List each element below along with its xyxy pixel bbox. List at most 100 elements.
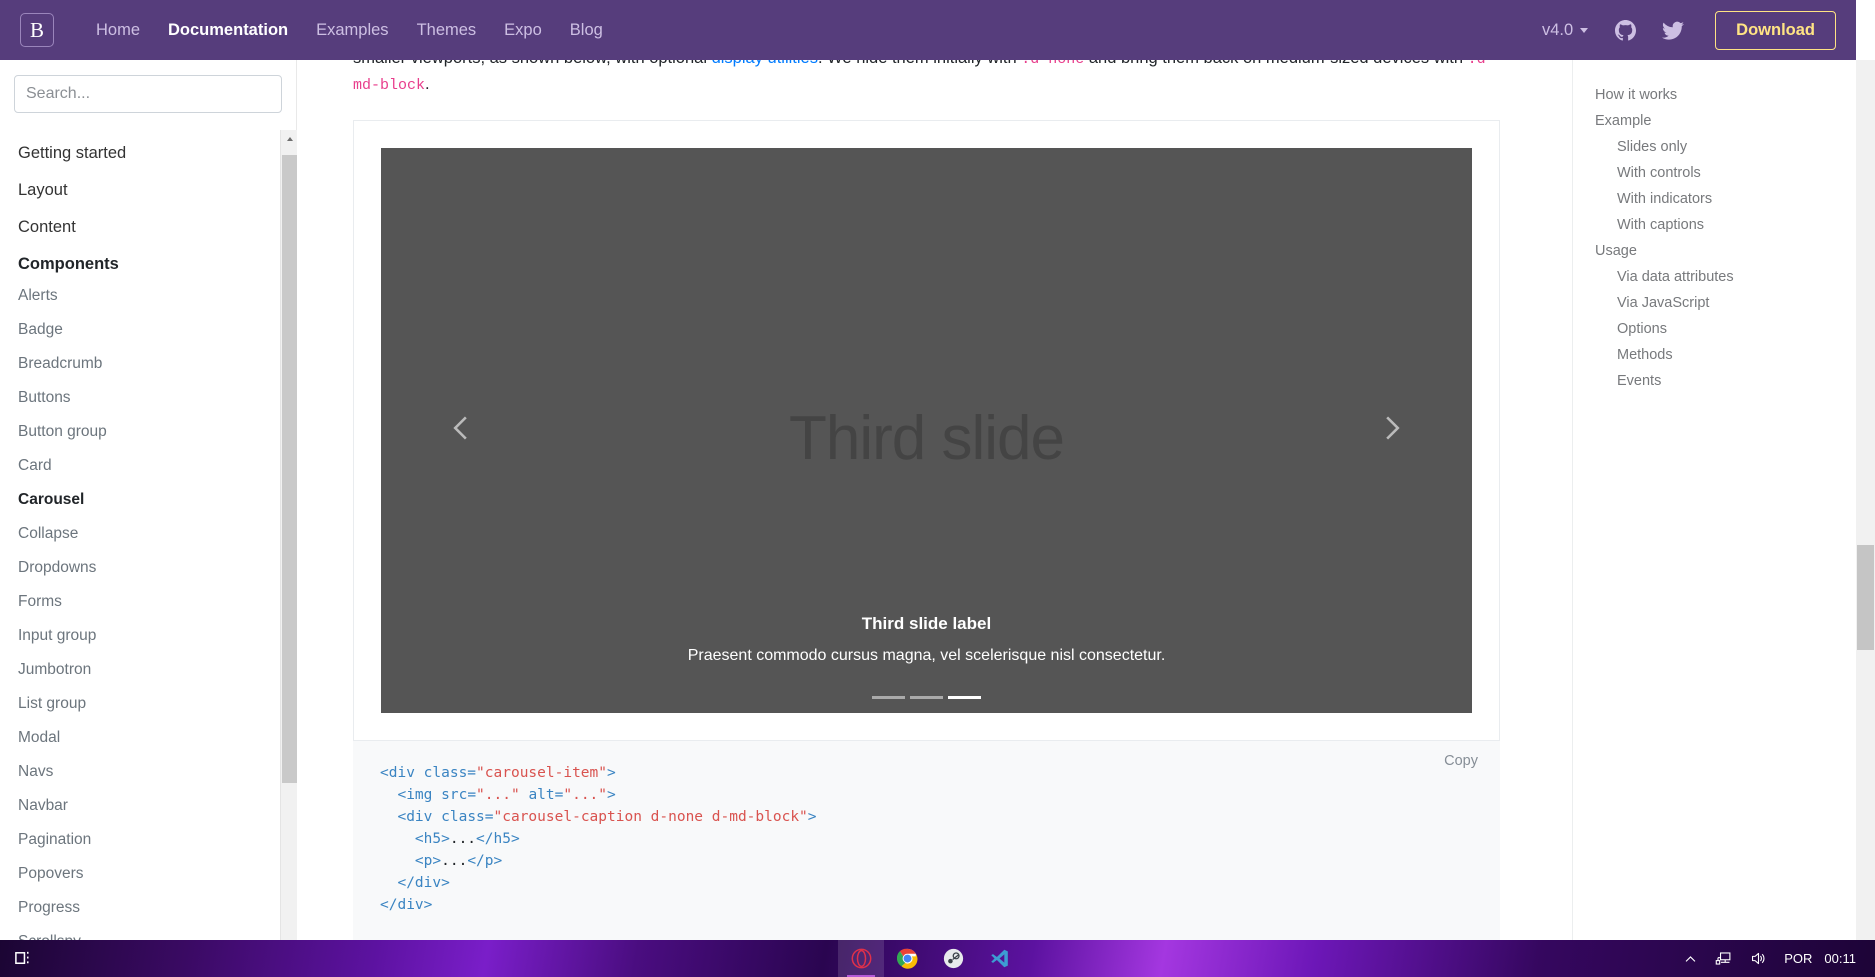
toc-item-usage[interactable]: Usage — [1573, 238, 1837, 264]
toc-item-methods[interactable]: Methods — [1573, 342, 1837, 368]
left-sidebar: Getting started Layout Content Component… — [0, 60, 297, 962]
carousel-with-captions: Third slide Third slide label Praesent c… — [381, 148, 1472, 713]
code-snippet: <div class="carousel-item"> <img src="..… — [380, 765, 817, 913]
sidebar-nav-list: Getting started Layout Content Component… — [0, 130, 297, 962]
doc-content: smaller viewports, as shown below, with … — [298, 60, 1555, 943]
toc-item-via-javascript[interactable]: Via JavaScript — [1573, 290, 1837, 316]
scroll-up-arrow-icon[interactable] — [281, 130, 297, 147]
taskbar-clock[interactable]: 00:11 — [1820, 951, 1865, 966]
toc-item-events[interactable]: Events — [1573, 368, 1837, 394]
sidebar-item-list-group[interactable]: List group — [18, 695, 297, 713]
sidebar-item-navbar[interactable]: Navbar — [18, 797, 297, 815]
toc-item-options[interactable]: Options — [1573, 316, 1837, 342]
sidebar-item-breadcrumb[interactable]: Breadcrumb — [18, 355, 297, 373]
vscode-icon[interactable] — [976, 940, 1022, 977]
sidebar-item-buttons[interactable]: Buttons — [18, 389, 297, 407]
sidebar-item-modal[interactable]: Modal — [18, 729, 297, 747]
chrome-icon[interactable] — [884, 940, 930, 977]
paragraph-part-4: . — [425, 75, 430, 93]
twitter-icon[interactable] — [1649, 19, 1697, 41]
version-label: v4.0 — [1541, 20, 1574, 39]
language-indicator[interactable]: POR — [1776, 951, 1820, 966]
nav-link-themes[interactable]: Themes — [403, 21, 491, 40]
chevron-right-icon — [1378, 415, 1402, 446]
steam-icon[interactable] — [930, 940, 976, 977]
copy-button[interactable]: Copy — [1444, 753, 1478, 769]
sidebar-item-progress[interactable]: Progress — [18, 899, 297, 917]
code-d-none: .d-none — [1021, 60, 1084, 68]
bootstrap-logo[interactable]: B — [20, 13, 54, 47]
sidebar-scrollbar-thumb[interactable] — [282, 155, 297, 783]
sidebar-item-badge[interactable]: Badge — [18, 321, 297, 339]
github-icon[interactable] — [1602, 19, 1649, 41]
taskbar-app-list — [838, 940, 1022, 977]
main-nav: Home Documentation Examples Themes Expo … — [82, 21, 617, 40]
volume-icon[interactable] — [1741, 950, 1776, 967]
sidebar-item-pagination[interactable]: Pagination — [18, 831, 297, 849]
windows-taskbar: POR 00:11 — [0, 940, 1875, 977]
sidebar-item-navs[interactable]: Navs — [18, 763, 297, 781]
carousel-indicator-1[interactable] — [872, 696, 905, 699]
toc-item-with-controls[interactable]: With controls — [1573, 160, 1837, 186]
sidebar-item-content[interactable]: Content — [18, 218, 297, 237]
browser-viewport: B Home Documentation Examples Themes Exp… — [0, 0, 1875, 962]
carousel-caption-title: Third slide label — [861, 614, 992, 633]
toc-item-via-data-attributes[interactable]: Via data attributes — [1573, 264, 1837, 290]
nav-link-home[interactable]: Home — [82, 21, 154, 40]
nav-link-expo[interactable]: Expo — [490, 21, 556, 40]
sidebar-item-dropdowns[interactable]: Dropdowns — [18, 559, 297, 577]
nav-link-blog[interactable]: Blog — [556, 21, 617, 40]
sidebar-item-getting-started[interactable]: Getting started — [18, 144, 297, 163]
system-tray: POR 00:11 — [1675, 940, 1875, 977]
sidebar-item-button-group[interactable]: Button group — [18, 423, 297, 441]
search-input[interactable] — [14, 75, 282, 113]
chevron-left-icon — [451, 415, 475, 446]
paragraph-part-2: . We hide them initially with — [818, 60, 1021, 67]
sidebar-item-alerts[interactable]: Alerts — [18, 287, 297, 305]
navbar-right: v4.0 Download — [1528, 10, 1836, 50]
nav-link-documentation[interactable]: Documentation — [154, 21, 302, 40]
windows-start-icon[interactable] — [0, 949, 46, 968]
table-of-contents: How it works Example Slides only With co… — [1572, 60, 1837, 962]
sidebar-item-popovers[interactable]: Popovers — [18, 865, 297, 883]
opera-icon[interactable] — [838, 940, 884, 977]
network-icon[interactable] — [1706, 950, 1741, 967]
chevron-down-icon — [1580, 27, 1589, 33]
carousel-next-control[interactable] — [1308, 148, 1472, 713]
sidebar-item-card[interactable]: Card — [18, 457, 297, 475]
carousel-indicator-2[interactable] — [910, 696, 943, 699]
toc-item-how-it-works[interactable]: How it works — [1573, 82, 1837, 108]
nav-link-examples[interactable]: Examples — [302, 21, 402, 40]
sidebar-item-layout[interactable]: Layout — [18, 181, 297, 200]
example-card: Third slide Third slide label Praesent c… — [353, 120, 1500, 741]
download-button[interactable]: Download — [1715, 10, 1836, 50]
carousel-prev-control[interactable] — [381, 148, 545, 713]
sidebar-item-forms[interactable]: Forms — [18, 593, 297, 611]
carousel-caption: Third slide label Praesent commodo cursu… — [545, 614, 1309, 665]
carousel-indicator-3[interactable] — [948, 696, 981, 699]
sidebar-item-jumbotron[interactable]: Jumbotron — [18, 661, 297, 679]
sidebar-item-collapse[interactable]: Collapse — [18, 525, 297, 543]
carousel-indicators — [381, 696, 1472, 699]
toc-item-with-indicators[interactable]: With indicators — [1573, 186, 1837, 212]
toc-item-slides-only[interactable]: Slides only — [1573, 134, 1837, 160]
search-container — [0, 60, 296, 129]
carousel-caption-text: Praesent commodo cursus magna, vel scele… — [687, 647, 1166, 664]
sidebar-item-carousel[interactable]: Carousel — [18, 491, 297, 509]
display-utilities-link[interactable]: display utilities — [712, 60, 818, 67]
chevron-up-icon[interactable] — [1675, 952, 1706, 965]
sidebar-scroll-area: Getting started Layout Content Component… — [0, 130, 297, 962]
paragraph-part-1: smaller viewports, as shown below, with … — [353, 60, 712, 67]
sidebar-item-input-group[interactable]: Input group — [18, 627, 297, 645]
version-dropdown[interactable]: v4.0 — [1528, 21, 1602, 40]
paragraph-part-3: and bring them back on medium-sized devi… — [1084, 60, 1467, 67]
top-navbar: B Home Documentation Examples Themes Exp… — [0, 0, 1856, 60]
page-scrollbar-thumb[interactable] — [1857, 545, 1874, 650]
code-block: Copy <div class="carousel-item"> <img sr… — [353, 741, 1500, 943]
toc-item-example[interactable]: Example — [1573, 108, 1837, 134]
sidebar-heading-components: Components — [18, 255, 119, 273]
sidebar-scrollbar[interactable] — [280, 130, 297, 962]
page-scrollbar[interactable] — [1856, 60, 1875, 962]
intro-paragraph: smaller viewports, as shown below, with … — [298, 60, 1555, 98]
toc-item-with-captions[interactable]: With captions — [1573, 212, 1837, 238]
